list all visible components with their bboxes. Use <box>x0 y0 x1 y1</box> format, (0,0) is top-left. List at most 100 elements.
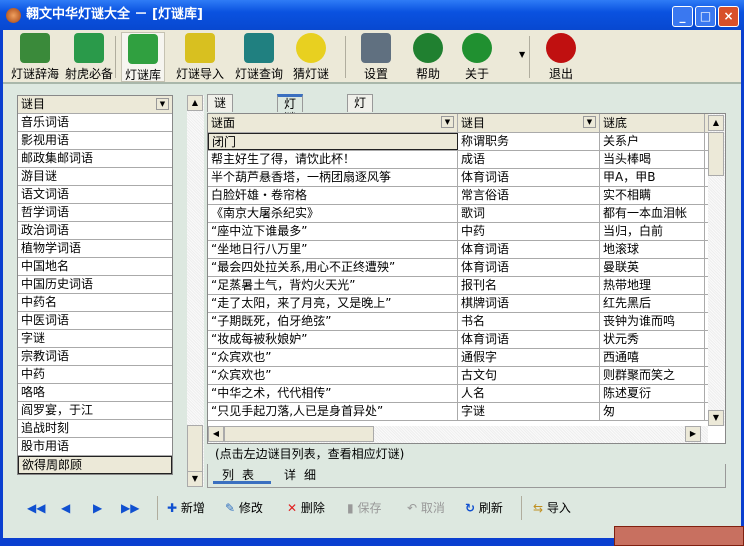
category-item[interactable]: 影视用语 <box>18 132 172 150</box>
table-cell[interactable]: 半个葫芦悬香塔，一柄团扇逐风筝 <box>208 169 458 186</box>
table-cell[interactable]: 匆 <box>600 403 705 420</box>
category-scrollbar[interactable]: ▲ ▼ <box>187 95 204 487</box>
table-cell[interactable]: 白脸奸雄・卷帘格 <box>208 187 458 204</box>
scroll-down-button[interactable]: ▼ <box>187 471 203 487</box>
table-cell[interactable]: 当头棒喝 <box>600 151 705 168</box>
first-record-icon[interactable]: ◀◀ <box>27 502 45 514</box>
scroll-thumb[interactable] <box>187 425 203 473</box>
toolbar-button-briefcase[interactable]: 射虎必备 <box>63 32 115 82</box>
table-cell[interactable]: 人名 <box>458 385 600 402</box>
scroll-down-button[interactable]: ▼ <box>708 410 724 426</box>
category-header[interactable]: 谜目 ▼ <box>18 96 172 114</box>
table-cell[interactable]: 热带地理 <box>600 277 705 294</box>
toolbar-button-help[interactable]: 帮助 <box>407 32 449 82</box>
table-cell[interactable]: “中华之术，代代相传” <box>208 385 458 402</box>
table-row[interactable]: 帮主好生了得，请饮此杯！ 成语 当头棒喝 <box>208 151 725 169</box>
prev-record-icon[interactable]: ◀ <box>61 502 75 514</box>
save-button[interactable]: ▮ 保存 <box>347 498 381 518</box>
table-cell[interactable]: 甲A，甲B <box>600 169 705 186</box>
table-row[interactable]: “妆成每被秋娘妒” 体育词语 状元秀 <box>208 331 725 349</box>
toolbar-button-globe-folder[interactable]: 灯谜库 <box>121 32 165 82</box>
tab-category-manage[interactable]: 谜目管理 <box>207 94 234 161</box>
category-item[interactable]: 宗教词语 <box>18 348 172 366</box>
column-header-riddle[interactable]: 谜面 ▼ <box>208 114 458 132</box>
scroll-thumb[interactable] <box>708 132 724 176</box>
table-cell[interactable]: 帮主好生了得，请饮此杯！ <box>208 151 458 168</box>
cancel-button[interactable]: ↶ 取消 <box>407 498 445 518</box>
category-item[interactable]: 中药 <box>18 366 172 384</box>
chevron-down-icon[interactable]: ▼ <box>583 116 596 128</box>
toolbar-button-info[interactable]: 关于 <box>455 32 499 82</box>
table-cell[interactable]: 则群聚而笑之 <box>600 367 705 384</box>
category-item[interactable]: 字谜 <box>18 330 172 348</box>
category-item[interactable]: 中国历史词语 <box>18 276 172 294</box>
category-item[interactable]: 欲得周郎顾 <box>18 456 172 474</box>
table-cell[interactable]: “妆成每被秋娘妒” <box>208 331 458 348</box>
table-cell[interactable]: 报刊名 <box>458 277 600 294</box>
tab-detail[interactable]: 详细 <box>275 466 333 484</box>
last-record-icon[interactable]: ▶▶ <box>121 502 139 514</box>
table-row[interactable]: 《南京大屠杀纪实》 歌词 都有一本血泪帐 <box>208 205 725 223</box>
table-cell[interactable]: 体育词语 <box>458 259 600 276</box>
table-row[interactable]: 闭门 称谓职务 关系户 <box>208 133 725 151</box>
category-item[interactable]: 咯咯 <box>18 384 172 402</box>
category-item[interactable]: 股市用语 <box>18 438 172 456</box>
table-row[interactable]: “座中泣下谁最多” 中药 当归，白前 <box>208 223 725 241</box>
table-row[interactable]: 半个葫芦悬香塔，一柄团扇逐风筝 体育词语 甲A，甲B <box>208 169 725 187</box>
category-item[interactable]: 哲学词语 <box>18 204 172 222</box>
new-button[interactable]: ✚ 新增 <box>167 498 205 518</box>
scroll-thumb[interactable] <box>224 426 374 442</box>
category-list[interactable]: 谜目 ▼ 音乐词语 影视用语 邮政集邮词语 游目谜 语文词语 哲学词语 政治词语 植物学词语 中国… <box>17 95 173 475</box>
chevron-down-icon[interactable]: ▼ <box>156 98 169 110</box>
table-cell[interactable]: “众宾欢也” <box>208 349 458 366</box>
table-cell[interactable]: “座中泣下谁最多” <box>208 223 458 240</box>
table-cell[interactable]: 体育词语 <box>458 331 600 348</box>
table-cell[interactable]: “足蒸暑土气，背灼火天光” <box>208 277 458 294</box>
category-item[interactable]: 政治词语 <box>18 222 172 240</box>
table-cell[interactable]: 丧钟为谁而鸣 <box>600 313 705 330</box>
table-row[interactable]: “众宾欢也” 通假字 西通嘻 <box>208 349 725 367</box>
column-header-answer[interactable]: 谜底 <box>600 114 705 132</box>
table-cell[interactable]: “只见手起刀落,人已是身首异处” <box>208 403 458 420</box>
table-cell[interactable]: 棋牌词语 <box>458 295 600 312</box>
toolbar-button-database-import[interactable]: 灯谜导入 <box>173 32 227 82</box>
table-cell[interactable]: 古文句 <box>458 367 600 384</box>
toolbar-button-power[interactable]: 退出 <box>541 32 581 82</box>
table-cell[interactable]: 常言俗语 <box>458 187 600 204</box>
toolbar-button-dictionary[interactable]: 灯谜辞海 <box>9 32 61 82</box>
table-row[interactable]: 白脸奸雄・卷帘格 常言俗语 实不相瞒 <box>208 187 725 205</box>
category-item[interactable]: 植物学词语 <box>18 240 172 258</box>
category-item[interactable]: 追战时刻 <box>18 420 172 438</box>
category-item[interactable]: 阎罗宴，于江 <box>18 402 172 420</box>
table-cell[interactable]: 曼联英 <box>600 259 705 276</box>
table-cell[interactable]: 实不相瞒 <box>600 187 705 204</box>
table-row[interactable]: “只见手起刀落,人已是身首异处” 字谜匆 <box>208 403 725 421</box>
table-row[interactable]: “最会四处拉关系,用心不正终遭殃” 体育词语 曼联英 <box>208 259 725 277</box>
column-header-category[interactable]: 谜目 ▼ <box>458 114 600 132</box>
table-cell[interactable]: 体育词语 <box>458 241 600 258</box>
table-cell[interactable]: 《南京大屠杀纪实》 <box>208 205 458 222</box>
close-button[interactable]: × <box>718 6 739 27</box>
table-cell[interactable]: 字谜 <box>458 403 600 420</box>
table-cell[interactable]: 地滚球 <box>600 241 705 258</box>
scroll-right-button[interactable]: ▶ <box>685 426 701 442</box>
category-item[interactable]: 中药名 <box>18 294 172 312</box>
table-cell[interactable]: 中药 <box>458 223 600 240</box>
table-cell[interactable]: 通假字 <box>458 349 600 366</box>
chevron-down-icon[interactable]: ▼ <box>441 116 454 128</box>
tab-list[interactable]: 列表 <box>213 466 271 484</box>
toolbar-button-magnifier[interactable]: 灯谜查询 <box>231 32 287 82</box>
table-cell[interactable]: 体育词语 <box>458 169 600 186</box>
table-cell[interactable]: 闭门 <box>208 133 458 150</box>
table-cell[interactable]: “众宾欢也” <box>208 367 458 384</box>
refresh-button[interactable]: ↻ 刷新 <box>465 498 503 518</box>
table-cell[interactable]: “最会四处拉关系,用心不正终遭殃” <box>208 259 458 276</box>
grid-vscrollbar[interactable]: ▲ ▼ <box>708 114 725 426</box>
scroll-up-button[interactable]: ▲ <box>187 95 203 111</box>
category-item[interactable]: 语文词语 <box>18 186 172 204</box>
table-cell[interactable]: 当归，白前 <box>600 223 705 240</box>
edit-button[interactable]: ✎ 修改 <box>225 498 263 518</box>
category-item[interactable]: 邮政集邮词语 <box>18 150 172 168</box>
table-row[interactable]: “众宾欢也” 古文句 则群聚而笑之 <box>208 367 725 385</box>
table-cell[interactable]: 歌词 <box>458 205 600 222</box>
